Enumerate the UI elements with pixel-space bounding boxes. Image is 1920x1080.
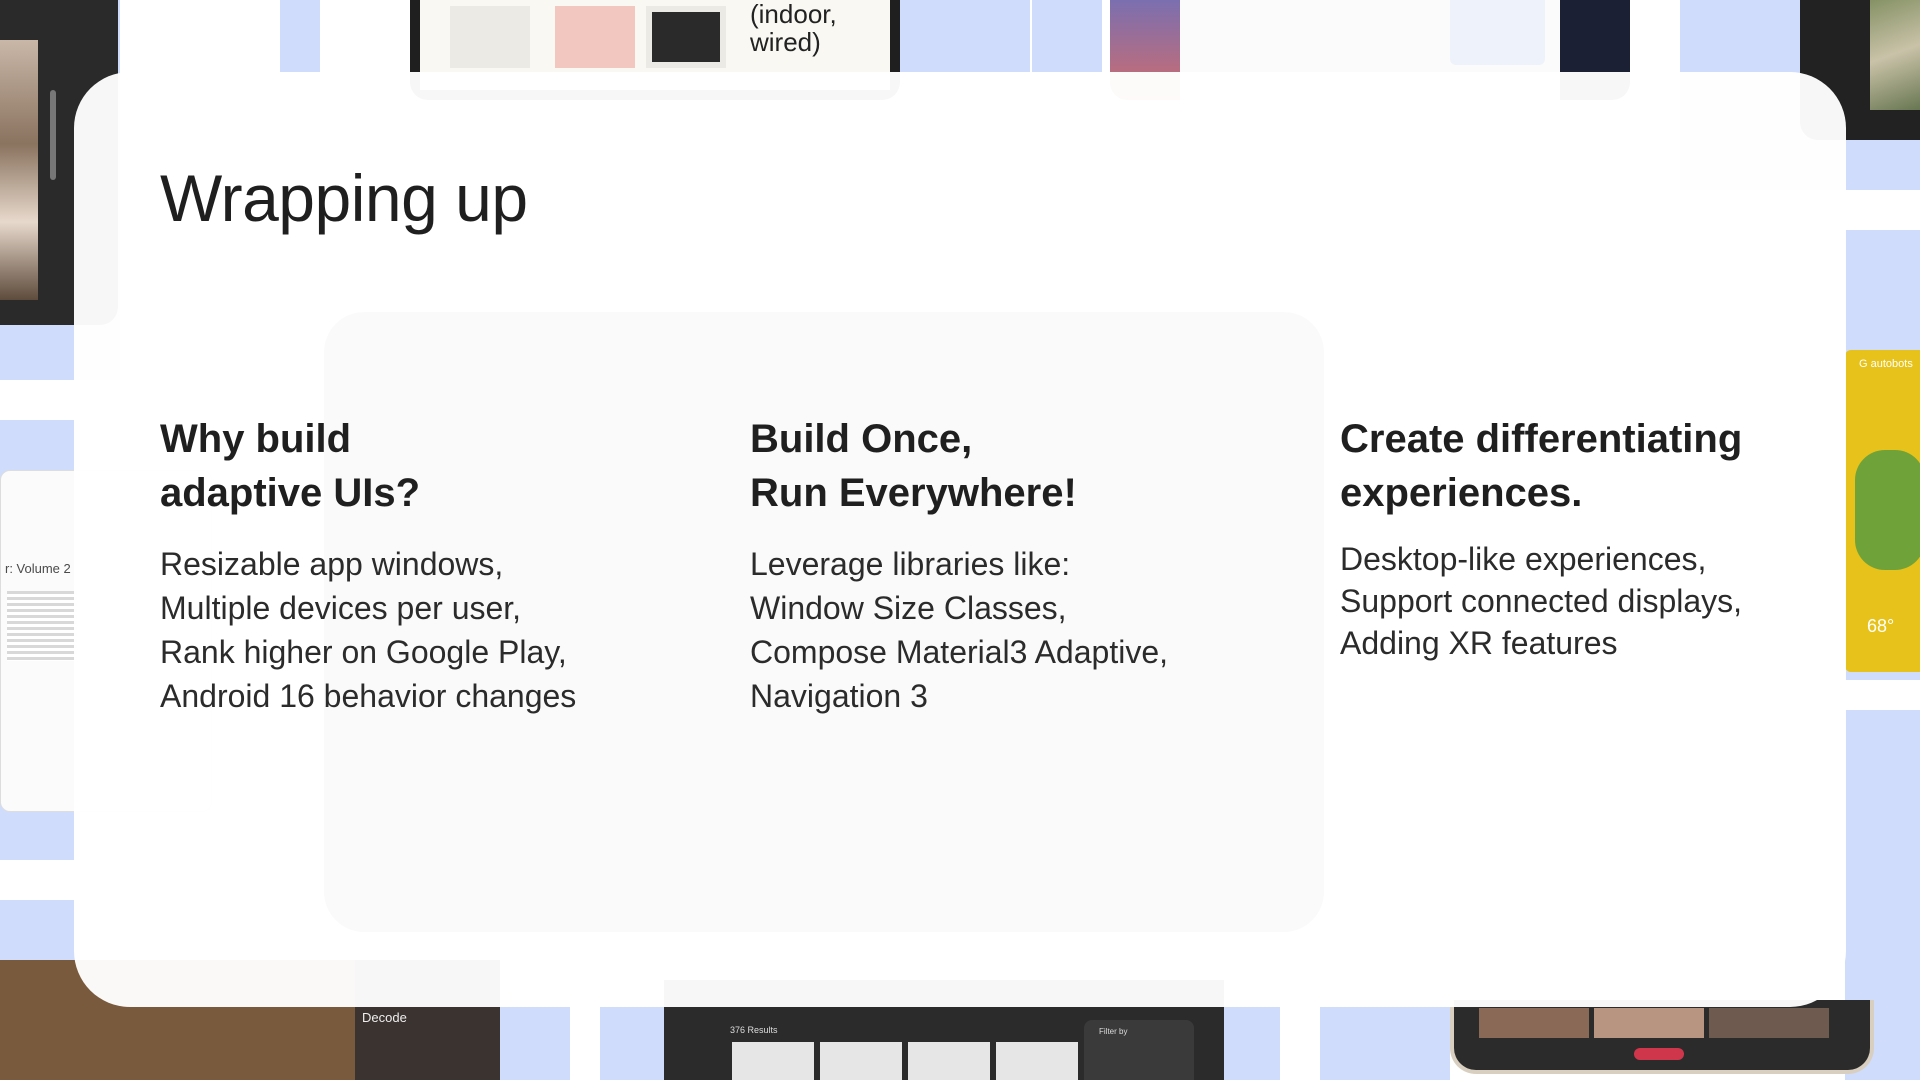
bg-decode-title: Decode: [362, 1010, 407, 1025]
column-line: Android 16 behavior changes: [160, 678, 577, 714]
column-line: Resizable app windows,: [160, 546, 504, 582]
bg-foldable: [1450, 1000, 1874, 1074]
column-line: Compose Material3 Adaptive,: [750, 634, 1168, 670]
bg-tile: [1220, 1000, 1280, 1080]
column-line: Desktop-like experiences,: [1340, 541, 1707, 577]
column-line: Window Size Classes,: [750, 590, 1067, 626]
column-differentiating: Create differentiating experiences. Desk…: [1340, 412, 1900, 664]
bg-tile: [600, 1000, 670, 1080]
column-body: Resizable app windows, Multiple devices …: [160, 542, 720, 718]
column-heading: Create differentiating experiences.: [1340, 417, 1743, 515]
column-line: Rank higher on Google Play,: [160, 634, 567, 670]
column-why-adaptive: Why build adaptive UIs? Resizable app wi…: [160, 412, 720, 718]
column-line: Support connected displays,: [1340, 583, 1743, 619]
bg-tile: [1320, 1000, 1450, 1080]
column-line: Navigation 3: [750, 678, 928, 714]
column-body: Desktop-like experiences, Support connec…: [1340, 538, 1900, 664]
column-heading: Why build adaptive UIs?: [160, 417, 421, 515]
column-line: Leverage libraries like:: [750, 546, 1071, 582]
column-line: Multiple devices per user,: [160, 590, 522, 626]
bg-tile: [280, 0, 320, 72]
column-heading: Build Once, Run Everywhere!: [750, 417, 1077, 515]
bg-tile: [900, 0, 1030, 72]
column-build-once: Build Once, Run Everywhere! Leverage lib…: [750, 412, 1310, 718]
bg-results-label: 376 Results: [730, 1025, 778, 1035]
column-line: Adding XR features: [1340, 625, 1618, 661]
bg-chip-label: G autobots: [1859, 358, 1913, 370]
bg-book-label: r: Volume 2: [5, 561, 71, 576]
bg-filter-label: Filter by: [1099, 1027, 1128, 1036]
content-card: Wrapping up Why build adaptive UIs? Resi…: [74, 72, 1846, 1007]
bg-tile: [1032, 0, 1102, 72]
column-body: Leverage libraries like: Window Size Cla…: [750, 542, 1310, 718]
bg-tile: [490, 1000, 570, 1080]
slide-title: Wrapping up: [160, 161, 528, 235]
bg-product-text: (indoor, wired): [750, 0, 837, 57]
